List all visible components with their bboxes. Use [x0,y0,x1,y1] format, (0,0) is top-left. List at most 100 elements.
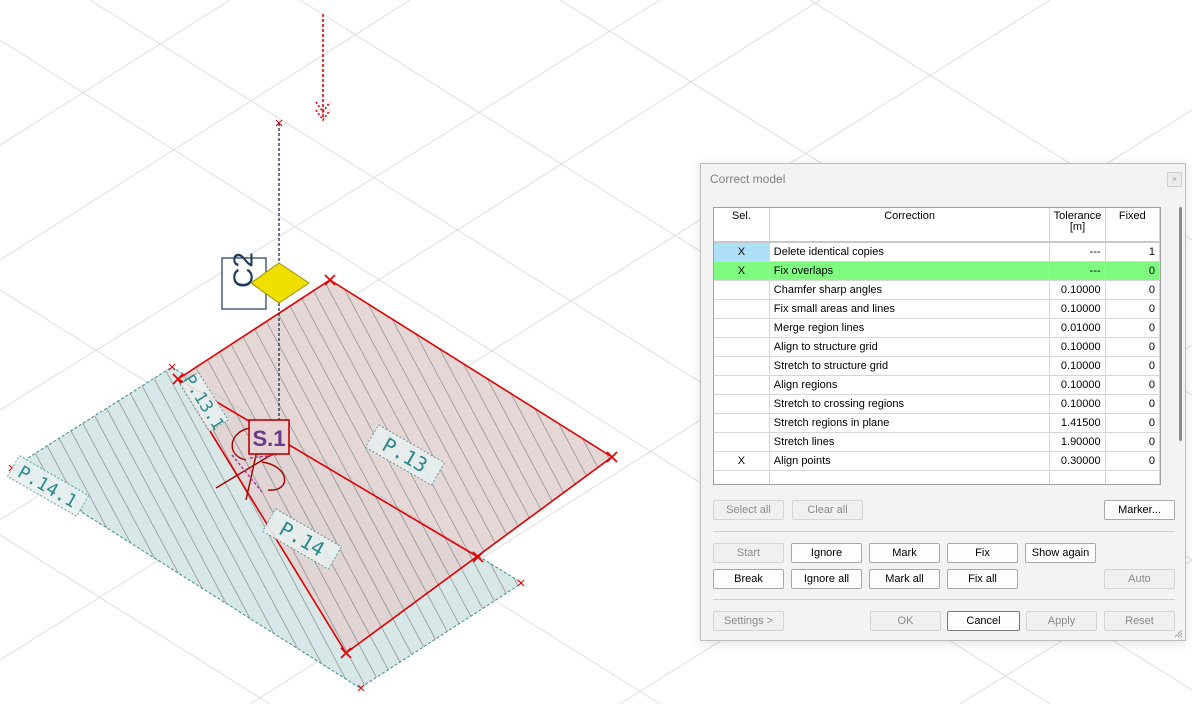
scrollbar-thumb[interactable] [1179,207,1182,441]
row-fixed-cell[interactable]: 0 [1105,432,1160,452]
separator [713,531,1175,532]
resize-grip-icon[interactable] [1173,628,1183,638]
settings-button[interactable]: Settings > [713,611,784,631]
table-row[interactable]: X Delete identical copies --- 1 [714,242,1160,262]
row-fixed-cell[interactable]: 0 [1105,280,1160,300]
marker-button[interactable]: Marker... [1104,500,1175,520]
apply-button[interactable]: Apply [1026,611,1097,631]
row-fixed-cell[interactable]: 0 [1105,318,1160,338]
row-sel-cell[interactable] [714,394,770,414]
table-row[interactable]: Merge region lines 0.01000 0 [714,318,1160,338]
row-tolerance-cell[interactable]: 1.90000 [1049,432,1106,452]
row-correction-cell[interactable]: Merge region lines [769,318,1051,338]
row-fixed-cell[interactable]: 0 [1105,451,1160,471]
fix-all-button[interactable]: Fix all [947,569,1018,589]
row-correction-cell[interactable]: Stretch lines [769,432,1051,452]
col-sel[interactable]: Sel. [714,208,770,243]
col-fixed[interactable]: Fixed [1105,208,1160,243]
row-sel-cell[interactable] [714,375,770,395]
row-tolerance-cell[interactable]: 1.41500 [1049,413,1106,433]
clear-all-button[interactable]: Clear all [792,500,863,520]
load-arrow [315,14,331,122]
row-sel-cell[interactable]: X [714,261,770,281]
table-scrollbar[interactable] [1174,207,1184,441]
empty-cell [714,470,770,484]
table-row[interactable]: Stretch to structure grid 0.10000 0 [714,356,1160,376]
row-correction-cell[interactable]: Align to structure grid [769,337,1051,357]
col-tolerance[interactable]: Tolerance [m] [1049,208,1106,243]
empty-cell [1049,470,1106,484]
row-tolerance-cell[interactable]: 0.10000 [1049,280,1106,300]
table-row[interactable]: Stretch lines 1.90000 0 [714,432,1160,452]
row-tolerance-cell[interactable]: 0.10000 [1049,375,1106,395]
row-sel-cell[interactable] [714,318,770,338]
table-row[interactable]: Align to structure grid 0.10000 0 [714,337,1160,357]
row-tolerance-cell[interactable]: 0.10000 [1049,299,1106,319]
empty-cell [1105,470,1160,484]
row-sel-cell[interactable] [714,299,770,319]
start-button[interactable]: Start [713,543,784,563]
row-fixed-cell[interactable]: 0 [1105,337,1160,357]
col-correction[interactable]: Correction [769,208,1051,243]
row-tolerance-cell[interactable]: 0.01000 [1049,318,1106,338]
row-tolerance-cell[interactable]: 0.10000 [1049,394,1106,414]
row-sel-cell[interactable]: X [714,451,770,471]
cancel-button[interactable]: Cancel [947,611,1020,631]
dialog-title: Correct model [710,172,786,186]
auto-button[interactable]: Auto [1104,569,1175,589]
row-correction-cell[interactable]: Fix small areas and lines [769,299,1051,319]
row-tolerance-cell[interactable]: 0.30000 [1049,451,1106,471]
row-correction-cell[interactable]: Align points [769,451,1051,471]
row-correction-cell[interactable]: Stretch to structure grid [769,356,1051,376]
table-row[interactable]: Chamfer sharp angles 0.10000 0 [714,280,1160,300]
corrections-table: Sel. Correction Tolerance [m] Fixed X Del… [713,207,1161,485]
show-again-button[interactable]: Show again [1025,543,1096,563]
row-correction-cell[interactable]: Align regions [769,375,1051,395]
row-sel-cell[interactable]: X [714,242,770,262]
mark-all-button[interactable]: Mark all [869,569,940,589]
row-correction-cell[interactable]: Stretch to crossing regions [769,394,1051,414]
separator [713,599,1175,600]
row-fixed-cell[interactable]: 0 [1105,394,1160,414]
row-correction-cell[interactable]: Chamfer sharp angles [769,280,1051,300]
row-tolerance-cell[interactable]: --- [1049,261,1106,281]
support-s1-label: S.1 [252,426,285,451]
fix-button[interactable]: Fix [947,543,1018,563]
reset-button[interactable]: Reset [1104,611,1175,631]
correct-model-dialog: Correct model × Sel. Correction Toleranc… [700,163,1186,641]
row-correction-cell[interactable]: Stretch regions in plane [769,413,1051,433]
row-fixed-cell[interactable]: 1 [1105,242,1160,262]
table-row[interactable]: X Align points 0.30000 0 [714,451,1160,471]
row-correction-cell[interactable]: Fix overlaps [769,261,1051,281]
row-tolerance-cell[interactable]: 0.10000 [1049,337,1106,357]
row-fixed-cell[interactable]: 0 [1105,261,1160,281]
close-icon[interactable]: × [1167,172,1182,187]
row-fixed-cell[interactable]: 0 [1105,299,1160,319]
row-sel-cell[interactable] [714,413,770,433]
row-sel-cell[interactable] [714,432,770,452]
table-row[interactable]: Fix small areas and lines 0.10000 0 [714,299,1160,319]
table-row[interactable]: Stretch regions in plane 1.41500 0 [714,413,1160,433]
row-sel-cell[interactable] [714,356,770,376]
row-sel-cell[interactable] [714,337,770,357]
row-fixed-cell[interactable]: 0 [1105,356,1160,376]
mark-button[interactable]: Mark [869,543,940,563]
table-row[interactable]: Stretch to crossing regions 0.10000 0 [714,394,1160,414]
table-row-empty [714,470,1160,484]
table-row[interactable]: X Fix overlaps --- 0 [714,261,1160,281]
row-tolerance-cell[interactable]: 0.10000 [1049,356,1106,376]
row-tolerance-cell[interactable]: --- [1049,242,1106,262]
column-c2[interactable]: C2 [221,252,310,310]
row-fixed-cell[interactable]: 0 [1105,375,1160,395]
row-fixed-cell[interactable]: 0 [1105,413,1160,433]
ok-button[interactable]: OK [870,611,941,631]
row-correction-cell[interactable]: Delete identical copies [769,242,1051,262]
ignore-button[interactable]: Ignore [791,543,862,563]
table-header: Sel. Correction Tolerance [m] Fixed [714,208,1160,243]
empty-cell [769,470,1051,484]
row-sel-cell[interactable] [714,280,770,300]
table-row[interactable]: Align regions 0.10000 0 [714,375,1160,395]
select-all-button[interactable]: Select all [713,500,784,520]
ignore-all-button[interactable]: Ignore all [791,569,862,589]
break-button[interactable]: Break [713,569,784,589]
